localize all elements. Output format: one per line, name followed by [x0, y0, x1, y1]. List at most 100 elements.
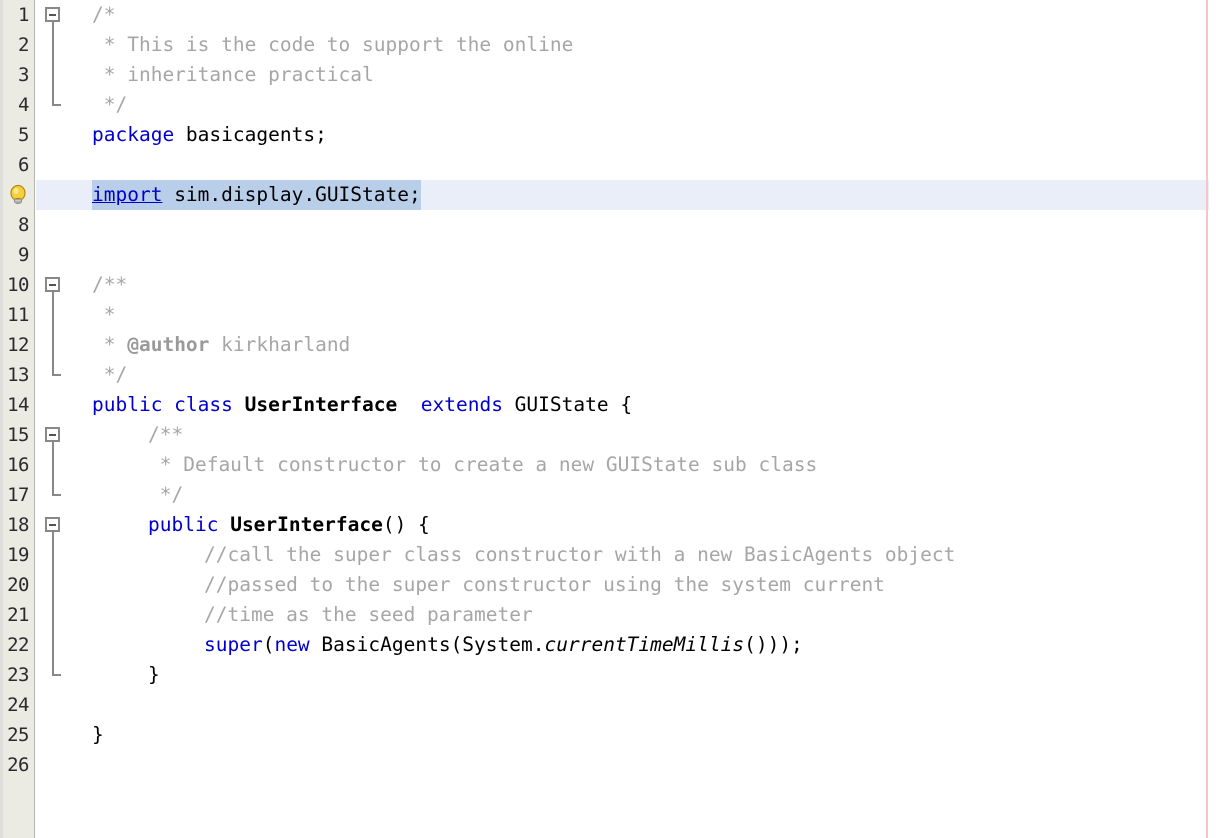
- code-line[interactable]: //call the super class constructor with …: [36, 540, 1216, 570]
- code-line[interactable]: */: [36, 480, 1216, 510]
- line-number: 11: [7, 304, 29, 326]
- code-token-plain: GUIState {: [502, 393, 633, 416]
- code-line-text: import sim.display.GUIState;: [92, 180, 421, 210]
- code-line-text: * Default constructor to create a new GU…: [148, 450, 817, 480]
- code-line[interactable]: import sim.display.GUIState;: [36, 180, 1216, 210]
- code-line-text: super(new BasicAgents(System.currentTime…: [204, 630, 803, 660]
- code-line-text: * This is the code to support the online: [92, 30, 574, 60]
- code-line-text: }: [148, 660, 160, 690]
- line-number: 24: [7, 694, 29, 716]
- code-line-text: /**: [148, 420, 183, 450]
- code-line-text: */: [148, 480, 184, 510]
- code-line[interactable]: }: [36, 720, 1216, 750]
- code-line[interactable]: /*: [36, 0, 1216, 30]
- code-line-text: *: [92, 300, 116, 330]
- code-line[interactable]: [36, 690, 1216, 720]
- code-token-cmt: */: [92, 93, 128, 116]
- line-number: 21: [7, 604, 29, 626]
- code-token-kw: public class: [92, 393, 233, 416]
- code-line[interactable]: //time as the seed parameter: [36, 600, 1216, 630]
- code-content-area[interactable]: /* * This is the code to support the onl…: [36, 0, 1216, 838]
- code-token-kw: new: [274, 633, 310, 656]
- code-line[interactable]: [36, 210, 1216, 240]
- code-line[interactable]: * Default constructor to create a new GU…: [36, 450, 1216, 480]
- line-number: 6: [18, 154, 29, 176]
- code-line[interactable]: public class UserInterface extends GUISt…: [36, 390, 1216, 420]
- code-token-cmt: *: [92, 303, 116, 326]
- line-number: 16: [7, 454, 29, 476]
- line-number: 13: [7, 364, 29, 386]
- right-margin-indicator: [1206, 0, 1208, 838]
- line-number: 12: [7, 334, 29, 356]
- code-line-text: /*: [92, 0, 115, 30]
- code-token-cmt: /**: [148, 423, 184, 446]
- code-token-plain: BasicAgents(System.: [309, 633, 545, 656]
- code-line[interactable]: //passed to the super constructor using …: [36, 570, 1216, 600]
- code-line[interactable]: }: [36, 660, 1216, 690]
- code-line[interactable]: package basicagents;: [36, 120, 1216, 150]
- line-number: 23: [7, 664, 29, 686]
- code-line[interactable]: /**: [36, 420, 1216, 450]
- code-token-plain: sim.display.GUIState;: [162, 183, 421, 206]
- line-number: 17: [7, 484, 29, 506]
- line-number: 26: [7, 754, 29, 776]
- code-token-cmt: *: [92, 333, 128, 356]
- code-line[interactable]: * inheritance practical: [36, 60, 1216, 90]
- code-token-cmt: */: [92, 363, 128, 386]
- code-line-text: * @author kirkharland: [92, 330, 351, 360]
- code-token-plain: () {: [382, 513, 430, 536]
- line-number: 5: [18, 124, 29, 146]
- code-line[interactable]: */: [36, 90, 1216, 120]
- code-token-plain: (: [262, 633, 275, 656]
- code-line-text: */: [92, 90, 128, 120]
- line-number: 15: [7, 424, 29, 446]
- line-number: 18: [7, 514, 29, 536]
- line-number: 8: [18, 214, 29, 236]
- code-token-kw: super: [204, 633, 263, 656]
- code-line-text: }: [92, 720, 104, 750]
- line-number: 20: [7, 574, 29, 596]
- code-line-text: /**: [92, 270, 127, 300]
- code-line[interactable]: [36, 150, 1216, 180]
- code-token-cmt: //passed to the super constructor using …: [204, 573, 885, 596]
- line-number: 2: [18, 34, 29, 56]
- code-line-text: package basicagents;: [92, 120, 327, 150]
- code-line-text: //call the super class constructor with …: [204, 540, 955, 570]
- code-token-cmt: /*: [92, 3, 116, 26]
- code-line-text: */: [92, 360, 128, 390]
- code-line[interactable]: /**: [36, 270, 1216, 300]
- code-token-plain: }: [92, 723, 104, 746]
- code-line-text: //time as the seed parameter: [204, 600, 533, 630]
- code-token-cmt: * inheritance practical: [92, 63, 374, 86]
- line-number: 3: [18, 64, 29, 86]
- code-token-cmt: kirkharland: [209, 333, 351, 356]
- code-token-plain: }: [148, 663, 160, 686]
- code-line-text: * inheritance practical: [92, 60, 374, 90]
- code-token-kw: package: [92, 123, 175, 146]
- error-stripe-column[interactable]: [1209, 0, 1216, 838]
- code-token-cls: UserInterface: [230, 513, 383, 536]
- code-token-stat: currentTimeMillis: [544, 633, 745, 656]
- code-line[interactable]: [36, 240, 1216, 270]
- code-line[interactable]: *: [36, 300, 1216, 330]
- code-token-cmt: /**: [92, 273, 128, 296]
- code-token-cmtb: @author: [127, 333, 210, 356]
- line-number: 22: [7, 634, 29, 656]
- code-line[interactable]: public UserInterface() {: [36, 510, 1216, 540]
- code-editor[interactable]: 1 2 3 4 5 6 8 9 10 11 12 13 14 15 16 17 18 19 20 21 22 23 24 25…: [0, 0, 1216, 838]
- code-token-cmt: * Default constructor to create a new GU…: [148, 453, 818, 476]
- code-token-cmt: //time as the seed parameter: [204, 603, 533, 626]
- code-token-plain: basicagents;: [174, 123, 327, 146]
- lightbulb-icon[interactable]: [7, 180, 29, 210]
- code-line-text: public UserInterface() {: [148, 510, 430, 540]
- editor-gutter[interactable]: 1 2 3 4 5 6 8 9 10 11 12 13 14 15 16 17 18 19 20 21 22 23 24 25…: [0, 0, 35, 838]
- code-line[interactable]: * @author kirkharland: [36, 330, 1216, 360]
- code-line[interactable]: super(new BasicAgents(System.currentTime…: [36, 630, 1216, 660]
- code-line[interactable]: [36, 750, 1216, 780]
- code-line[interactable]: * This is the code to support the online: [36, 30, 1216, 60]
- line-number: 10: [7, 274, 29, 296]
- code-line[interactable]: */: [36, 360, 1216, 390]
- code-token-cmt: * This is the code to support the online: [92, 33, 574, 56]
